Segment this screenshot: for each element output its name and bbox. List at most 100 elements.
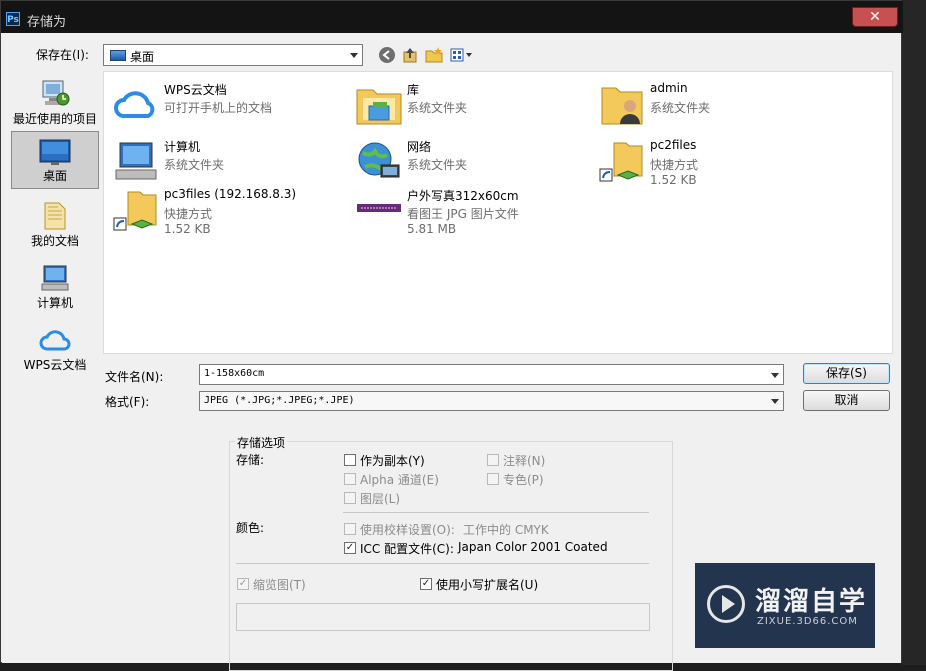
save-button[interactable]: 保存(S) — [803, 363, 890, 384]
spot-colors-checkbox — [487, 473, 499, 485]
file-name: pc3files (192.168.8.3) — [164, 187, 297, 201]
photoshop-app-icon: Ps — [6, 12, 20, 26]
spot-colors-label: 专色(P) — [503, 473, 544, 487]
save-in-label: 保存在(I): — [36, 48, 89, 62]
file-size: 1.52 KB — [164, 222, 211, 236]
filename-input[interactable]: 1-158x60cm — [199, 364, 784, 385]
close-icon: ✕ — [869, 9, 881, 25]
file-name: 库 — [407, 83, 420, 97]
file-name: pc2files — [650, 138, 697, 152]
thumbnail-label: 缩览图(T) — [253, 578, 306, 592]
user-folder-icon — [598, 82, 646, 126]
icc-profile-label[interactable]: ICC 配置文件(C): — [360, 540, 454, 557]
file-item-library[interactable]: 库 系统文件夹 — [349, 78, 589, 128]
filename-label: 文件名(N): — [105, 370, 164, 384]
alpha-channels-checkbox — [344, 473, 356, 485]
place-computer[interactable]: 计算机 — [11, 257, 99, 315]
file-type: 系统文件夹 — [164, 158, 225, 172]
proof-setup-label: 使用校样设置(O): — [360, 523, 455, 537]
save-options-title: 存储选项 — [235, 434, 288, 451]
file-type: 快捷方式 — [164, 207, 213, 221]
file-item-network[interactable]: 网络 系统文件夹 — [349, 135, 589, 185]
as-copy-checkbox[interactable] — [344, 454, 356, 466]
layers-checkbox — [344, 492, 356, 504]
notes-label: 注释(N) — [503, 454, 546, 468]
thumbnail-checkbox: ✓ — [237, 578, 249, 590]
file-type: 系统文件夹 — [650, 101, 711, 115]
computer-icon — [112, 139, 160, 183]
file-item-wps-cloud[interactable]: WPS云文档 可打开手机上的文档 — [106, 78, 346, 128]
file-item-computer[interactable]: 计算机 系统文件夹 — [106, 135, 346, 185]
new-folder-icon[interactable] — [425, 46, 443, 64]
file-name: 户外写真312x60cm — [407, 189, 519, 203]
save-in-dropdown[interactable]: 桌面 — [103, 44, 363, 66]
file-type: 快捷方式 — [650, 158, 699, 172]
place-desktop[interactable]: 桌面 — [11, 131, 99, 189]
file-size: 1.52 KB — [650, 173, 697, 187]
chevron-down-icon — [771, 399, 779, 404]
desktop-icon — [39, 138, 71, 168]
lowercase-extension-label[interactable]: 使用小写扩展名(U) — [436, 576, 538, 593]
place-label: 最近使用的项目 — [12, 112, 97, 126]
file-name: WPS云文档 — [164, 83, 227, 97]
watermark-logo: 溜溜自学 ZIXUE.3D66.COM — [695, 563, 875, 648]
save-in-value: 桌面 — [130, 50, 155, 64]
alpha-channels-label: Alpha 通道(E) — [360, 473, 439, 487]
place-label: 我的文档 — [30, 234, 79, 248]
shortcut-folder-icon — [598, 139, 646, 183]
watermark-title: 溜溜自学 — [755, 587, 868, 617]
proof-setup-value: 工作中的 CMYK — [463, 523, 549, 537]
icc-profile-checkbox[interactable]: ✓ — [344, 542, 356, 554]
recent-icon — [39, 79, 71, 109]
lowercase-extension-checkbox[interactable]: ✓ — [420, 578, 432, 590]
options-divider — [236, 563, 649, 564]
place-label: 计算机 — [36, 296, 73, 310]
as-copy-label[interactable]: 作为副本(Y) — [360, 452, 425, 469]
place-label: WPS云文档 — [23, 358, 87, 372]
format-dropdown[interactable]: JPEG (*.JPG;*.JPEG;*.JPE) — [199, 391, 784, 411]
format-label: 格式(F): — [105, 395, 150, 409]
file-type: 可打开手机上的文档 — [164, 101, 273, 115]
file-name: 网络 — [407, 140, 432, 154]
background-window — [902, 0, 926, 665]
file-type: 系统文件夹 — [407, 158, 468, 172]
proof-setup-checkbox — [344, 523, 356, 535]
file-name: 计算机 — [164, 140, 201, 154]
file-item-pc3files[interactable]: pc3files (192.168.8.3) 快捷方式 1.52 KB — [106, 184, 346, 254]
file-item-admin[interactable]: admin 系统文件夹 — [592, 78, 832, 128]
play-icon — [722, 595, 735, 613]
network-icon — [355, 139, 403, 183]
window-title: 存储为 — [27, 15, 67, 30]
file-item-outdoor-print[interactable]: 户外写真312x60cm 看图王 JPG 图片文件 5.81 MB — [349, 184, 589, 254]
desktop-small-icon — [110, 50, 126, 61]
title-bar[interactable]: Ps 存储为 ✕ — [1, 1, 903, 33]
file-size: 5.81 MB — [407, 222, 457, 236]
back-icon[interactable] — [378, 46, 396, 64]
place-documents[interactable]: 我的文档 — [11, 195, 99, 253]
file-type: 系统文件夹 — [407, 101, 468, 115]
icc-profile-value: Japan Color 2001 Coated — [458, 540, 608, 554]
library-icon — [355, 82, 403, 126]
close-button[interactable]: ✕ — [852, 7, 898, 27]
file-list[interactable]: WPS云文档 可打开手机上的文档 库 系统文件夹 admin 系统文件夹 计算机… — [103, 71, 893, 354]
cloud-icon — [112, 82, 160, 126]
cancel-button[interactable]: 取消 — [803, 390, 890, 411]
shortcut-folder-icon — [112, 188, 160, 232]
places-bar: 最近使用的项目 桌面 我的文档 计算机 WPS云文档 — [8, 69, 100, 409]
layers-label: 图层(L) — [360, 492, 401, 506]
options-divider — [343, 512, 649, 513]
file-name: admin — [650, 81, 688, 95]
file-item-pc2files[interactable]: pc2files 快捷方式 1.52 KB — [592, 135, 832, 205]
place-recent[interactable]: 最近使用的项目 — [11, 73, 99, 131]
cloud-icon — [39, 325, 71, 355]
view-menu-icon[interactable] — [449, 46, 475, 64]
filename-value: 1-158x60cm — [204, 368, 265, 379]
computer-icon — [39, 263, 71, 293]
up-folder-icon[interactable] — [401, 46, 419, 64]
format-value: JPEG (*.JPG;*.JPEG;*.JPE) — [204, 395, 355, 406]
notes-checkbox — [487, 454, 499, 466]
save-label: 存储: — [236, 453, 265, 467]
documents-icon — [39, 201, 71, 231]
chevron-down-icon[interactable] — [771, 372, 779, 378]
place-wps-cloud[interactable]: WPS云文档 — [11, 319, 99, 377]
